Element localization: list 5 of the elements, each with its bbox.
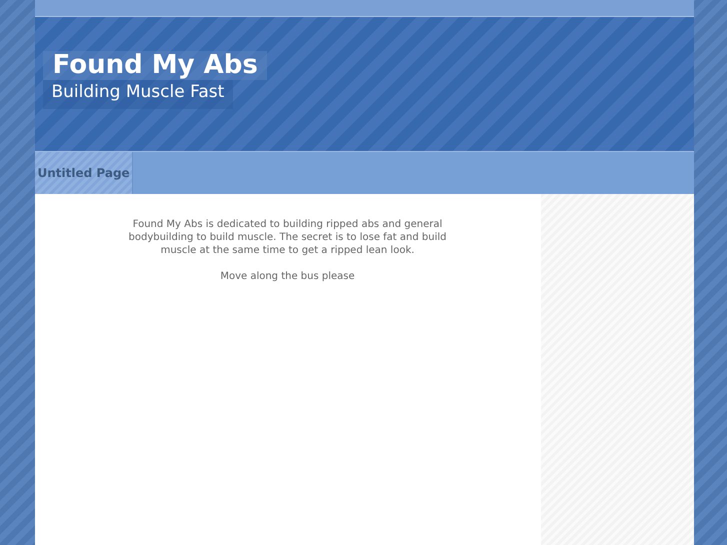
body-text: Move along the bus please — [219, 270, 356, 283]
site-title: Found My Abs — [42, 51, 267, 80]
nav-tab[interactable]: Untitled Page — [34, 152, 133, 194]
body-text: Found My Abs is dedicated to building ripped abs and general bodybuilding to build muscle. The secret is to lose fat and build muscle at the same time to get a ripped lean look. — [128, 218, 448, 257]
site-tagline: Building Muscle Fast — [42, 80, 234, 109]
